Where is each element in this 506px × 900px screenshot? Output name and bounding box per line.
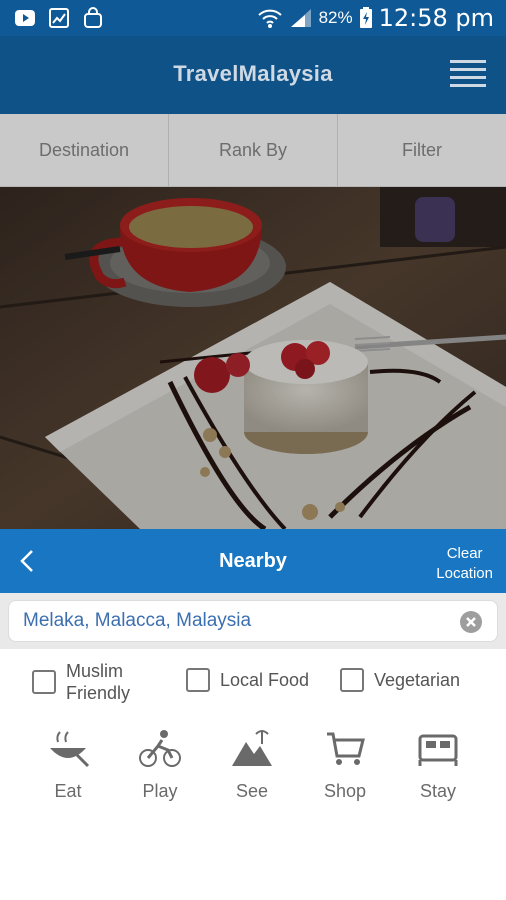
search-box (8, 600, 498, 642)
mountain-icon (232, 730, 272, 766)
clear-location-button[interactable]: Clear Location (436, 544, 493, 584)
checkbox-box[interactable] (186, 668, 210, 692)
clear-location-label-line1: Clear (446, 545, 483, 562)
rank-by-button[interactable]: Rank By (169, 114, 338, 186)
category-bar: Eat Play See Shop Stay (0, 728, 506, 818)
signal-icon (290, 9, 311, 27)
bag-icon (84, 7, 102, 28)
hero-image (0, 187, 506, 529)
food-filters: Muslim Friendly Local Food Vegetarian (0, 656, 506, 710)
cycling-icon (139, 730, 181, 767)
vegetarian-checkbox[interactable]: Vegetarian (340, 668, 460, 692)
muslim-label-line1: Muslim (66, 661, 123, 681)
sort-bar: Destination Rank By Filter (0, 114, 506, 187)
category-shop[interactable]: Shop (305, 728, 385, 802)
category-stay[interactable]: Stay (398, 728, 478, 802)
location-search-input[interactable] (23, 601, 453, 641)
clear-location-label-line2: Location (436, 565, 493, 582)
battery-charging-icon (359, 7, 372, 28)
clock: 12:58 pm (378, 4, 494, 32)
clear-circle-icon[interactable] (459, 610, 483, 634)
image-icon (49, 8, 69, 28)
category-label: Play (142, 781, 178, 801)
search-row (0, 593, 506, 649)
eat-icon (50, 731, 90, 768)
category-label: Stay (419, 781, 457, 801)
checkbox-box[interactable] (32, 670, 56, 694)
dessert-photo (0, 187, 506, 529)
battery-percent: 82% (318, 8, 353, 27)
vegetarian-label: Vegetarian (374, 670, 461, 690)
muslim-label-line2: Friendly (66, 683, 131, 703)
category-label: Shop (323, 781, 367, 801)
category-label: Eat (54, 781, 82, 801)
bed-icon (418, 734, 458, 766)
youtube-icon (15, 10, 35, 26)
category-play[interactable]: Play (120, 728, 200, 802)
app-title: TravelMalaysia (173, 61, 333, 86)
local-food-checkbox[interactable]: Local Food (186, 668, 309, 692)
muslim-friendly-label: Muslim Friendly (66, 660, 130, 704)
nearby-bar: Nearby Clear Location (0, 529, 506, 593)
app-header: TravelMalaysia (0, 36, 506, 114)
status-bar: 82% 12:58 pm (0, 0, 506, 36)
local-food-label: Local Food (220, 670, 310, 690)
hamburger-menu-icon[interactable] (450, 60, 486, 88)
cart-icon (327, 732, 365, 765)
wifi-icon (257, 9, 282, 28)
nearby-title: Nearby (219, 550, 287, 572)
checkbox-box[interactable] (340, 668, 364, 692)
destination-button[interactable]: Destination (0, 114, 169, 186)
muslim-friendly-checkbox[interactable]: Muslim Friendly (32, 660, 130, 704)
category-see[interactable]: See (212, 728, 292, 802)
filter-button[interactable]: Filter (338, 114, 506, 186)
category-label: See (235, 781, 269, 801)
category-eat[interactable]: Eat (28, 728, 108, 802)
